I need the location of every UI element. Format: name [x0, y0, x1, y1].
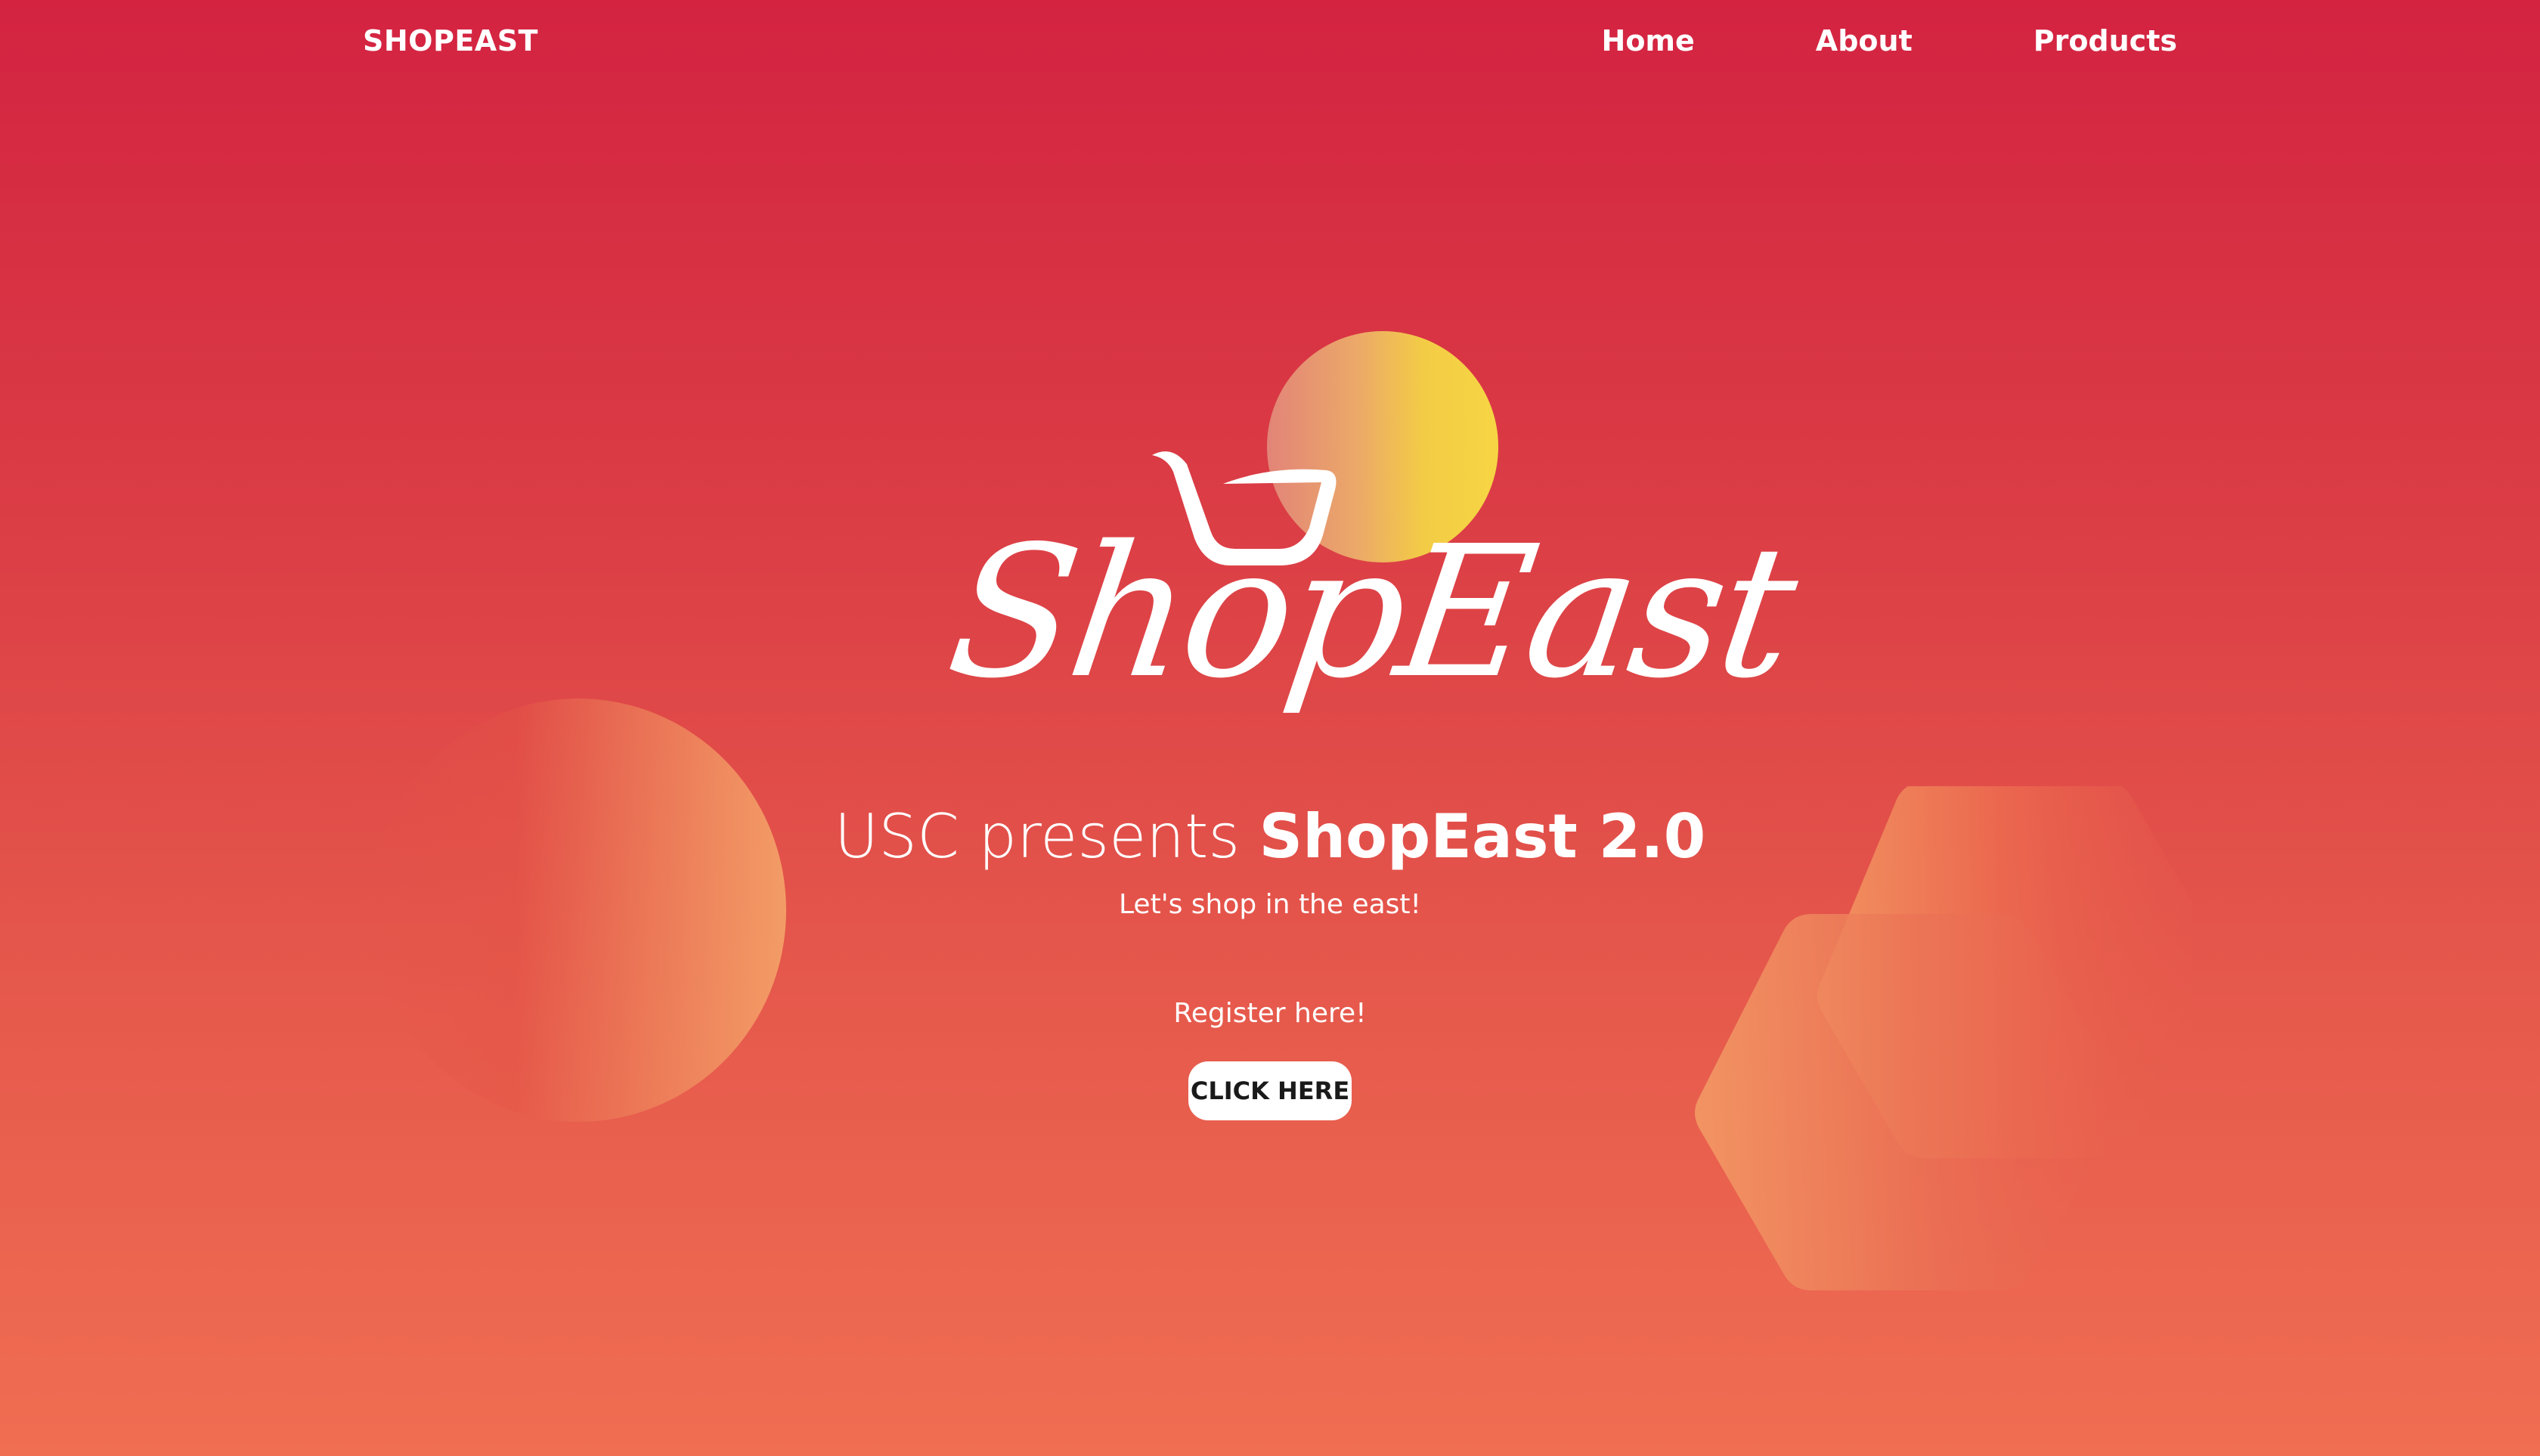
top-navbar: SHOPEAST Home About Products — [0, 0, 2540, 83]
click-here-button[interactable]: CLICK HERE — [1188, 1061, 1352, 1120]
hero-headline: USC presents ShopEast 2.0 — [0, 795, 2540, 878]
nav-link-about[interactable]: About — [1816, 24, 1913, 57]
headline-strong: ShopEast 2.0 — [1259, 801, 1706, 872]
register-prompt: Register here! — [1173, 998, 1367, 1029]
nav-links: Home About Products — [1602, 24, 2177, 57]
brand-link[interactable]: SHOPEAST — [363, 24, 538, 57]
logo-wordmark: ShopEast — [937, 507, 1804, 718]
shopeast-logo: ShopEast — [937, 438, 1804, 786]
nav-link-products[interactable]: Products — [2034, 24, 2177, 57]
nav-link-home[interactable]: Home — [1602, 24, 1695, 57]
hero-tagline: Let's shop in the east! — [1119, 889, 1421, 920]
headline-prefix: USC presents — [834, 801, 1259, 872]
